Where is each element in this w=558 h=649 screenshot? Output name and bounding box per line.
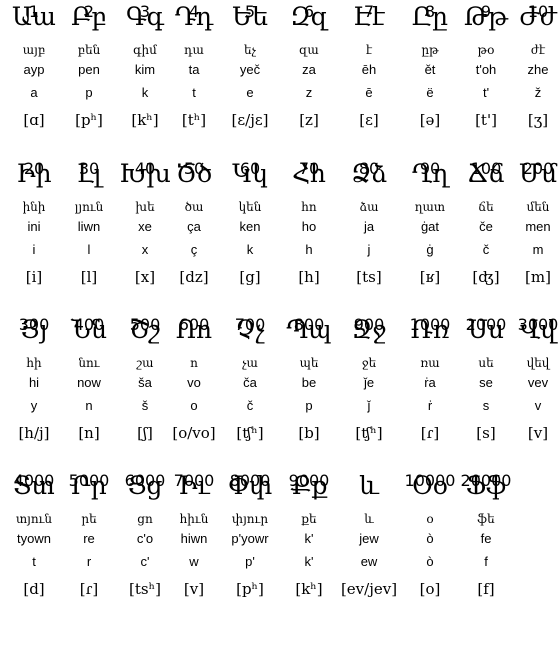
- letter-name: վեվ: [526, 356, 550, 370]
- letter-name: մեն: [526, 200, 550, 214]
- transliteration: men: [525, 219, 551, 234]
- romanization: m: [532, 242, 544, 257]
- numeric-value: 20000: [460, 471, 512, 490]
- ipa-value: [f]: [477, 580, 495, 598]
- romanization: v: [534, 398, 542, 413]
- transliteration: zhe: [527, 62, 549, 77]
- letter-name: ժէ: [530, 43, 546, 57]
- transliteration: vev: [527, 375, 549, 390]
- numeric-value: 10: [527, 2, 549, 21]
- ipa-value: [ʒ]: [527, 111, 549, 129]
- romanization: f: [484, 554, 488, 569]
- letter-name: ֆե: [477, 512, 495, 526]
- numeric-value: 200: [522, 159, 554, 178]
- numeric-value: 3000: [517, 315, 558, 334]
- transliteration: fe: [480, 531, 492, 546]
- romanization: ž: [534, 85, 542, 100]
- ipa-value: [m]: [525, 268, 551, 286]
- ipa-value: [v]: [527, 424, 549, 442]
- alphabet-chart: Աա այբ ayp a [ɑ] 1 Բբ բեն pen p [pʰ] 2 Գգ գիմ kim k [kʰ]…: [0, 0, 558, 649]
